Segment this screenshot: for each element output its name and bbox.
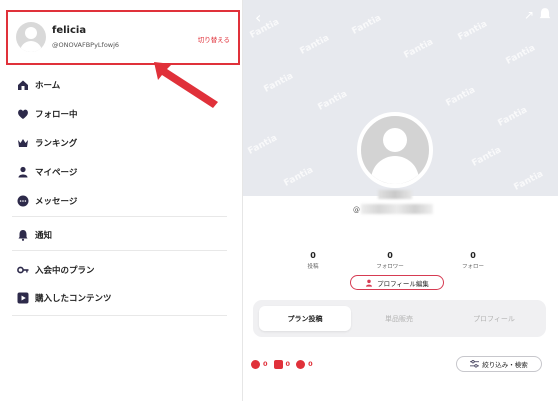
side-drawer: felicia @ONOVAFBPyLfowj6 切り替える ホーム フォロー中… (0, 0, 243, 401)
share-icon[interactable]: ↗ (524, 8, 534, 22)
profile-avatar (357, 112, 433, 188)
menu-divider (12, 315, 227, 316)
edit-profile-button[interactable]: プロフィール編集 (350, 275, 444, 290)
back-chevron-icon[interactable]: ‹ (255, 8, 261, 27)
watermark: Fantia (402, 37, 436, 61)
watermark: Fantia (504, 43, 538, 67)
watermark: Fantia (470, 145, 504, 169)
heart-icon (17, 108, 29, 120)
watermark: Fantia (248, 17, 282, 41)
stat-value: 0 (470, 251, 476, 260)
tab-profile[interactable]: プロフィール (448, 306, 540, 331)
filter-icon (470, 360, 480, 368)
profile-panel: Fantia Fantia Fantia Fantia Fantia Fanti… (243, 0, 558, 401)
menu-label: 通知 (35, 231, 53, 241)
watermark: Fantia (512, 169, 546, 193)
menu-item-joined-plans[interactable]: 入会中のプラン (0, 259, 230, 281)
image-counter[interactable]: 0 (273, 359, 291, 369)
content-tabs: プラン投稿 単品販売 プロフィール (253, 300, 546, 337)
menu-label: ホーム (35, 81, 61, 91)
menu-item-home[interactable]: ホーム (0, 74, 230, 96)
stat-value: 0 (387, 251, 393, 260)
stat-label: フォロー (461, 264, 484, 270)
home-icon (17, 79, 29, 91)
watermark: Fantia (298, 33, 332, 57)
image-icon (273, 359, 283, 369)
menu-label: ランキング (35, 139, 78, 149)
account-handle: @ONOVAFBPyLfowj6 (52, 41, 120, 49)
avatar (16, 22, 46, 52)
edit-profile-label: プロフィール編集 (377, 279, 429, 288)
counter-value: 0 (308, 360, 313, 368)
menu-label: マイページ (35, 168, 78, 178)
stat-posts[interactable]: 0 投稿 (283, 251, 343, 270)
menu-item-mypage[interactable]: マイページ (0, 161, 230, 183)
tab-single-sales[interactable]: 単品販売 (353, 306, 445, 331)
stat-label: 投稿 (307, 264, 319, 270)
watermark: Fantia (456, 19, 490, 43)
play-icon (17, 292, 29, 304)
account-name: felicia (52, 25, 87, 36)
stat-label: フォロワー (376, 264, 404, 270)
text-counter[interactable]: 0 (296, 359, 313, 369)
menu-item-purchased-content[interactable]: 購入したコンテンツ (0, 287, 230, 309)
key-icon (17, 264, 29, 276)
menu-divider (12, 216, 227, 217)
message-icon (17, 195, 29, 207)
notification-bell-icon[interactable] (538, 6, 552, 20)
watermark: Fantia (496, 105, 530, 129)
switch-account-link[interactable]: 切り替える (198, 34, 230, 44)
person-icon (17, 166, 29, 178)
tab-plan-posts[interactable]: プラン投稿 (259, 306, 351, 331)
stat-followers[interactable]: 0 フォロワー (360, 251, 420, 270)
watermark: Fantia (350, 13, 384, 37)
watermark: Fantia (316, 89, 350, 113)
blurred-display-name (378, 190, 412, 199)
handle-prefix: @ (353, 206, 360, 214)
text-icon (296, 359, 306, 369)
filter-search-label: 絞り込み・検索 (482, 361, 528, 369)
person-icon (366, 279, 373, 287)
stat-following[interactable]: 0 フォロー (443, 251, 503, 270)
watermark: Fantia (444, 85, 478, 109)
menu-item-notifications[interactable]: 通知 (0, 224, 230, 246)
stat-value: 0 (310, 251, 316, 260)
crown-icon (17, 137, 29, 149)
menu-label: メッセージ (35, 197, 78, 207)
menu-divider (12, 250, 227, 251)
watermark: Fantia (262, 71, 296, 95)
blurred-handle (361, 204, 433, 214)
menu-item-following[interactable]: フォロー中 (0, 103, 230, 125)
menu-label: 購入したコンテンツ (35, 294, 112, 304)
menu-item-messages[interactable]: メッセージ (0, 190, 230, 212)
video-icon (251, 359, 260, 369)
counter-value: 0 (285, 360, 291, 368)
menu-label: フォロー中 (35, 110, 78, 120)
watermark: Fantia (282, 165, 316, 189)
bell-icon (17, 229, 29, 241)
account-switcher[interactable]: felicia @ONOVAFBPyLfowj6 切り替える (6, 10, 240, 65)
video-counter[interactable]: 0 (251, 359, 268, 369)
menu-label: 入会中のプラン (35, 266, 95, 276)
content-counters: 0 0 0 (251, 357, 319, 371)
filter-search-button[interactable]: 絞り込み・検索 (456, 356, 542, 372)
counter-value: 0 (263, 360, 268, 368)
watermark: Fantia (246, 133, 280, 157)
menu-item-ranking[interactable]: ランキング (0, 132, 230, 154)
